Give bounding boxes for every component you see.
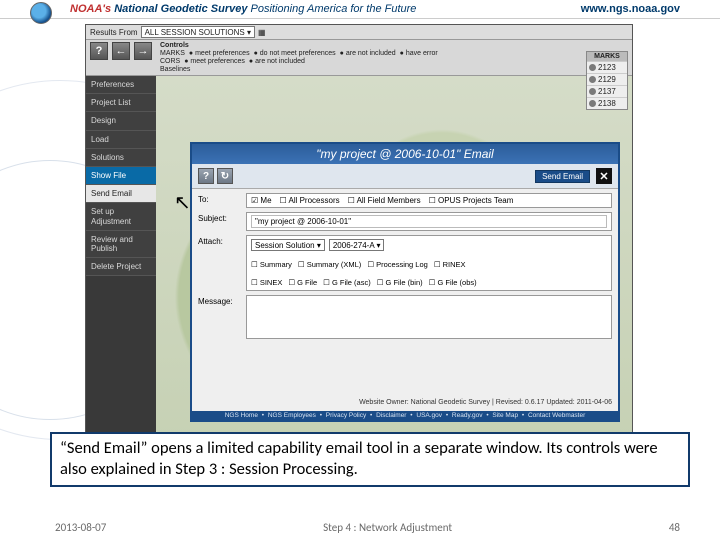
to-label: To: bbox=[198, 193, 240, 204]
results-dropdown[interactable]: ALL SESSION SOLUTIONS bbox=[141, 26, 255, 38]
attach-field: Session Solution 2006-274-A Summary Summ… bbox=[246, 235, 612, 291]
sidebar-item-project-list[interactable]: Project List bbox=[86, 94, 156, 112]
sidebar-item-delete-project[interactable]: Delete Project bbox=[86, 258, 156, 276]
chk-processing-log[interactable]: Processing Log bbox=[367, 260, 428, 269]
help-button[interactable]: ? bbox=[198, 168, 214, 184]
attach-label: Attach: bbox=[198, 235, 240, 246]
footer-link[interactable]: Ready.gov bbox=[452, 412, 483, 419]
email-window: "my project @ 2006-10-01" Email ? ↻ Send… bbox=[190, 142, 620, 422]
chk-me[interactable]: Me bbox=[251, 196, 272, 205]
dot-icon bbox=[589, 88, 596, 95]
message-row: Message: bbox=[198, 295, 612, 339]
sidebar-item-solutions[interactable]: Solutions bbox=[86, 149, 156, 167]
send-email-button[interactable]: Send Email bbox=[535, 170, 590, 183]
opt-notinc: are not included bbox=[340, 50, 396, 57]
sidebar-item-show-file[interactable]: Show File bbox=[86, 167, 156, 185]
noaa-logo-icon bbox=[30, 2, 52, 24]
to-row: To: Me All Processors All Field Members … bbox=[198, 193, 612, 208]
attach-dd1[interactable]: Session Solution bbox=[251, 239, 325, 251]
caption-text: “Send Email” opens a limited capability … bbox=[50, 432, 690, 487]
footer-page: 48 bbox=[669, 521, 680, 534]
opt-meet: meet preferences bbox=[189, 50, 250, 57]
opt-meet2: meet preferences bbox=[184, 58, 245, 65]
sidebar: Preferences Project List Design Load Sol… bbox=[86, 76, 156, 444]
dot-icon bbox=[589, 76, 596, 83]
opt-notinc2: are not included bbox=[249, 58, 305, 65]
mark-row[interactable]: 2129 bbox=[587, 73, 627, 85]
noaa-title: NOAA's National Geodetic Survey Position… bbox=[70, 3, 416, 15]
results-label: Results From bbox=[90, 28, 138, 37]
chk-gfile-asc[interactable]: G File (asc) bbox=[323, 278, 371, 287]
footer-step: Step 4 : Network Adjustment bbox=[323, 521, 452, 534]
close-icon[interactable]: ✕ bbox=[596, 168, 612, 184]
chk-rinex[interactable]: RINEX bbox=[434, 260, 466, 269]
sidebar-item-setup-adjustment[interactable]: Set up Adjustment bbox=[86, 203, 156, 230]
chk-gfile-obs[interactable]: G File (obs) bbox=[429, 278, 477, 287]
email-footer: Website Owner: National Geodetic Survey … bbox=[359, 399, 612, 406]
brand: NOAA's bbox=[70, 3, 111, 15]
ngs-tagline: Positioning America for the Future bbox=[251, 3, 417, 15]
chk-all-processors[interactable]: All Processors bbox=[280, 196, 340, 205]
ngs-name: National Geodetic Survey bbox=[114, 3, 247, 15]
results-bar: Results From ALL SESSION SOLUTIONS ▦ bbox=[86, 25, 632, 40]
chk-sinex[interactable]: SINEX bbox=[251, 278, 282, 287]
chk-summary-xml[interactable]: Summary (XML) bbox=[298, 260, 361, 269]
message-label: Message: bbox=[198, 295, 240, 306]
chk-gfile[interactable]: G File bbox=[288, 278, 317, 287]
subject-row: Subject: "my project @ 2006-10-01" bbox=[198, 212, 612, 231]
footer-link[interactable]: Site Map bbox=[492, 412, 518, 419]
subject-label: Subject: bbox=[198, 212, 240, 223]
message-textarea[interactable] bbox=[246, 295, 612, 339]
attach-row: Attach: Session Solution 2006-274-A Summ… bbox=[198, 235, 612, 291]
sidebar-item-review-publish[interactable]: Review and Publish bbox=[86, 231, 156, 258]
row-marks: MARKS bbox=[160, 50, 185, 57]
row-baselines: Baselines bbox=[160, 66, 190, 73]
back-button[interactable]: ← bbox=[112, 42, 130, 60]
footer-link[interactable]: NGS Employees bbox=[268, 412, 316, 419]
refresh-button[interactable]: ↻ bbox=[217, 168, 233, 184]
subject-input[interactable]: "my project @ 2006-10-01" bbox=[251, 215, 607, 228]
controls-legend: Controls MARKS meet preferences do not m… bbox=[160, 42, 438, 73]
sidebar-item-preferences[interactable]: Preferences bbox=[86, 76, 156, 94]
marks-header: MARKS bbox=[587, 52, 627, 61]
help-button[interactable]: ? bbox=[90, 42, 108, 60]
slide-footer: 2013-08-07 Step 4 : Network Adjustment 4… bbox=[55, 521, 680, 534]
marks-panel: MARKS 2123 2129 2137 2138 bbox=[586, 51, 628, 110]
sidebar-item-design[interactable]: Design bbox=[86, 112, 156, 130]
footer-link[interactable]: Contact Webmaster bbox=[528, 412, 585, 419]
mark-row[interactable]: 2137 bbox=[587, 85, 627, 97]
controls-row: ? ← → Controls MARKS meet preferences do… bbox=[86, 40, 632, 76]
chk-opus-team[interactable]: OPUS Projects Team bbox=[429, 196, 514, 205]
chk-gfile-bin[interactable]: G File (bin) bbox=[377, 278, 423, 287]
row-cors: CORS bbox=[160, 58, 180, 65]
noaa-header: NOAA's National Geodetic Survey Position… bbox=[0, 0, 720, 19]
footer-date: 2013-08-07 bbox=[55, 521, 106, 534]
sidebar-item-load[interactable]: Load bbox=[86, 131, 156, 149]
dot-icon bbox=[589, 100, 596, 107]
subject-field: "my project @ 2006-10-01" bbox=[246, 212, 612, 231]
attach-dd2[interactable]: 2006-274-A bbox=[329, 239, 385, 251]
sidebar-item-send-email[interactable]: Send Email bbox=[86, 185, 156, 203]
dot-icon bbox=[589, 64, 596, 71]
chk-summary[interactable]: Summary bbox=[251, 260, 292, 269]
to-field: Me All Processors All Field Members OPUS… bbox=[246, 193, 612, 208]
caption-box: “Send Email” opens a limited capability … bbox=[50, 432, 690, 487]
email-toolbar: ? ↻ Send Email ✕ bbox=[192, 164, 618, 189]
email-footer-links: NGS Home • NGS Employees • Privacy Polic… bbox=[192, 411, 618, 420]
opt-haveerr: have error bbox=[400, 50, 438, 57]
mark-row[interactable]: 2138 bbox=[587, 97, 627, 109]
footer-link[interactable]: NGS Home bbox=[225, 412, 258, 419]
footer-link[interactable]: USA.gov bbox=[416, 412, 442, 419]
chk-all-field[interactable]: All Field Members bbox=[348, 196, 421, 205]
footer-link[interactable]: Disclaimer bbox=[376, 412, 406, 419]
controls-label: Controls bbox=[160, 42, 189, 49]
opt-notmeet: do not meet preferences bbox=[254, 50, 336, 57]
email-title: "my project @ 2006-10-01" Email bbox=[192, 144, 618, 164]
forward-button[interactable]: → bbox=[134, 42, 152, 60]
footer-link[interactable]: Privacy Policy bbox=[326, 412, 366, 419]
results-toggle-icon[interactable]: ▦ bbox=[258, 28, 266, 37]
mark-row[interactable]: 2123 bbox=[587, 61, 627, 73]
noaa-url: www.ngs.noaa.gov bbox=[581, 3, 680, 15]
